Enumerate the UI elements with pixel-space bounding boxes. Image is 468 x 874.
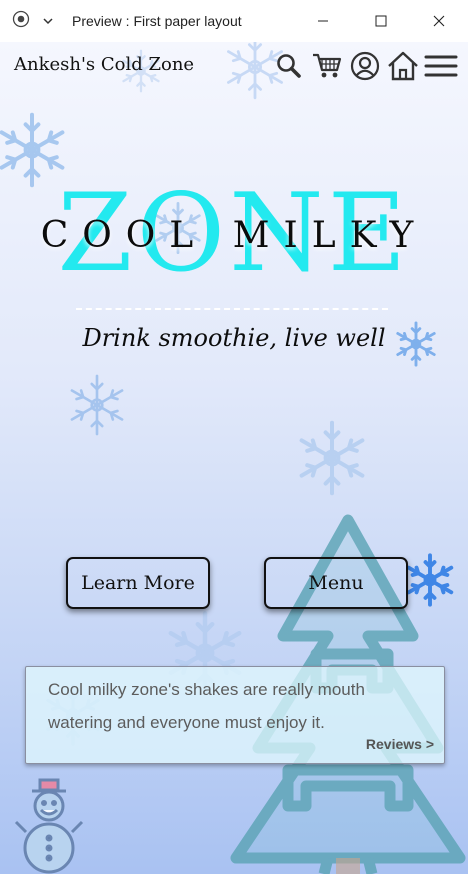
window-titlebar: Preview : First paper layout [0,0,468,43]
home-icon[interactable] [386,50,420,82]
hero-tagline: Drink smoothie, live well [82,324,386,352]
brand-name[interactable]: Ankesh's Cold Zone [14,54,194,75]
app-record-icon[interactable] [12,10,30,32]
preview-window: Preview : First paper layout Ankesh's Co… [0,0,468,874]
page-content: Ankesh's Cold Zone ZONE COOL MILKY Drink… [0,42,468,874]
minimize-icon [318,20,328,22]
close-button[interactable] [410,0,468,42]
window-title: Preview : First paper layout [72,13,242,29]
cart-icon[interactable] [310,50,344,82]
hero-cool-milky-text: COOL MILKY [40,215,428,256]
snowflake-icon [299,420,365,496]
user-icon[interactable] [348,50,382,82]
maximize-button[interactable] [352,0,410,42]
nav-icon-group [268,50,458,82]
hero-divider [76,308,388,310]
search-icon[interactable] [272,50,306,82]
minimize-button[interactable] [294,0,352,42]
snowflake-icon [406,553,454,607]
maximize-icon [375,15,387,27]
chevron-down-icon[interactable] [42,12,54,31]
navbar: Ankesh's Cold Zone [0,42,468,92]
reviews-link[interactable]: Reviews > [366,736,434,752]
snowman-illustration [14,778,84,874]
learn-more-button[interactable]: Learn More [66,557,210,609]
review-text: Cool milky zone's shakes are really mout… [48,680,365,732]
snowflake-icon [70,374,124,436]
menu-button[interactable]: Menu [264,557,408,609]
close-icon [433,15,445,27]
review-card: Cool milky zone's shakes are really mout… [25,666,445,764]
hamburger-menu-icon[interactable] [424,50,458,82]
